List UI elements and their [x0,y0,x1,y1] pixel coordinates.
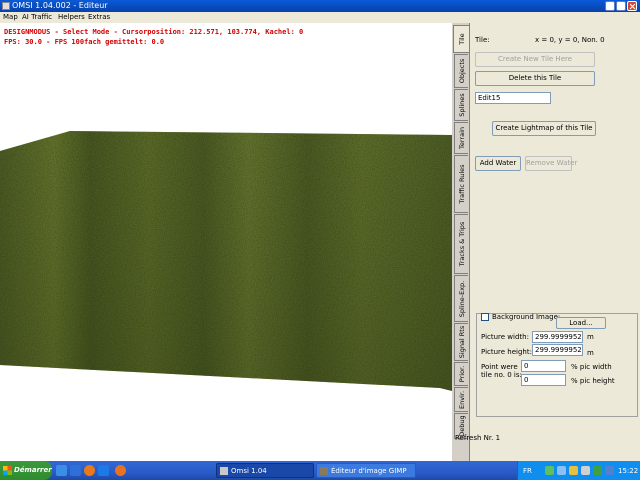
tab-spline-exp[interactable]: Spline-Exp. [454,275,468,322]
tab-prior[interactable]: Prior. [454,362,468,386]
menu-bar: Map AI Traffic Helpers Extras [0,12,640,23]
tab-traffic-rules[interactable]: Traffic Rules [454,155,468,213]
task-gimp[interactable]: Éditeur d'image GIMP [316,463,416,478]
taskbar: Démarrer Omsi 1.04 Éditeur d'image GIMP … [0,461,640,480]
menu-extras[interactable]: Extras [88,12,110,23]
create-lightmap-button[interactable]: Create Lightmap of this Tile [492,121,596,136]
point-label-line2: tile no. 0 is: [481,371,522,379]
volume-icon[interactable] [557,466,566,475]
terrain-shading [0,131,452,391]
omsi-app-icon [220,467,228,475]
tile-name-input[interactable]: Edit15 [475,92,551,104]
hud-fps-line: FPS: 30.0 - FPS 100fach gemittelt: 0.0 [4,38,165,46]
point-x-input[interactable]: 0 [521,360,566,372]
tab-terrain[interactable]: Terrain [454,122,468,154]
load-button[interactable]: Load... [556,317,606,329]
tab-envir[interactable]: Envir. [454,387,468,412]
media-icon[interactable] [70,465,81,476]
background-image-label: Background Image: [492,313,561,321]
create-new-tile-button[interactable]: Create New Tile Here [475,52,595,67]
add-water-button[interactable]: Add Water [475,156,521,171]
update-icon[interactable] [593,466,602,475]
browser-icon[interactable] [115,465,126,476]
security-icon[interactable] [569,466,578,475]
start-button[interactable]: Démarrer [0,461,52,480]
windows-logo-icon [3,466,12,475]
picture-height-label: Picture height: [481,348,532,356]
tab-objects[interactable]: Objects [454,54,468,88]
explorer-icon[interactable] [98,465,109,476]
tab-splines[interactable]: Splines [454,89,468,121]
remove-water-button[interactable]: Remove Water [525,156,577,171]
background-image-checkbox[interactable] [481,313,489,321]
gimp-app-icon [320,467,328,475]
firefox-icon[interactable] [84,465,95,476]
language-indicator[interactable]: FR [523,466,532,476]
task-omsi[interactable]: Omsi 1.04 [216,463,314,478]
clock: 15:22 [618,467,639,475]
tile-label: Tile: [475,36,490,44]
refresh-counter: Refresh Nr. 1 [455,434,501,442]
hud-status-line: DESIGNMODUS - Select Mode - Cursorpositi… [4,28,304,36]
picture-width-label: Picture width: [481,333,529,341]
app-icon [2,2,10,10]
tab-tracks-trips[interactable]: Tracks & Trips [454,214,468,274]
picture-width-input[interactable]: 299.999995292 [532,331,583,343]
bluetooth-icon[interactable] [605,466,614,475]
delete-tile-button[interactable]: Delete this Tile [475,71,595,86]
menu-map[interactable]: Map [3,12,18,23]
menu-ai-traffic[interactable]: AI Traffic [22,12,52,23]
menu-helpers[interactable]: Helpers [58,12,85,23]
picture-width-unit: m [587,333,594,341]
minimize-button[interactable] [605,1,615,11]
maximize-button[interactable] [616,1,626,11]
picture-height-unit: m [587,349,594,357]
terrain-scene [0,131,452,391]
close-button[interactable] [627,1,637,11]
point-y-unit: % pic height [571,377,615,385]
tab-tile[interactable]: Tile [453,25,469,53]
device-icon[interactable] [581,466,590,475]
tile-coords: x = 0, y = 0, Non. 0 [535,36,605,44]
desktop-icon[interactable] [56,465,67,476]
editor-tabs: Tile Objects Splines Terrain Traffic Rul… [453,23,469,461]
tab-signal-rts[interactable]: Signal Rts [454,323,468,361]
title-bar: OMSI 1.04.002 - Editeur [0,0,640,12]
3d-viewport[interactable]: DESIGNMODUS - Select Mode - Cursorpositi… [0,23,452,461]
tile-panel: Tile: x = 0, y = 0, Non. 0 Create New Ti… [455,23,640,461]
point-y-input[interactable]: 0 [521,374,566,386]
network-icon[interactable] [545,466,554,475]
window-title: OMSI 1.04.002 - Editeur [12,1,108,10]
picture-height-input[interactable]: 299.999995292 [532,344,583,356]
point-x-unit: % pic width [571,363,612,371]
background-image-group: Background Image: Load... Picture width:… [476,313,638,417]
system-tray: FR 15:22 [517,461,640,480]
